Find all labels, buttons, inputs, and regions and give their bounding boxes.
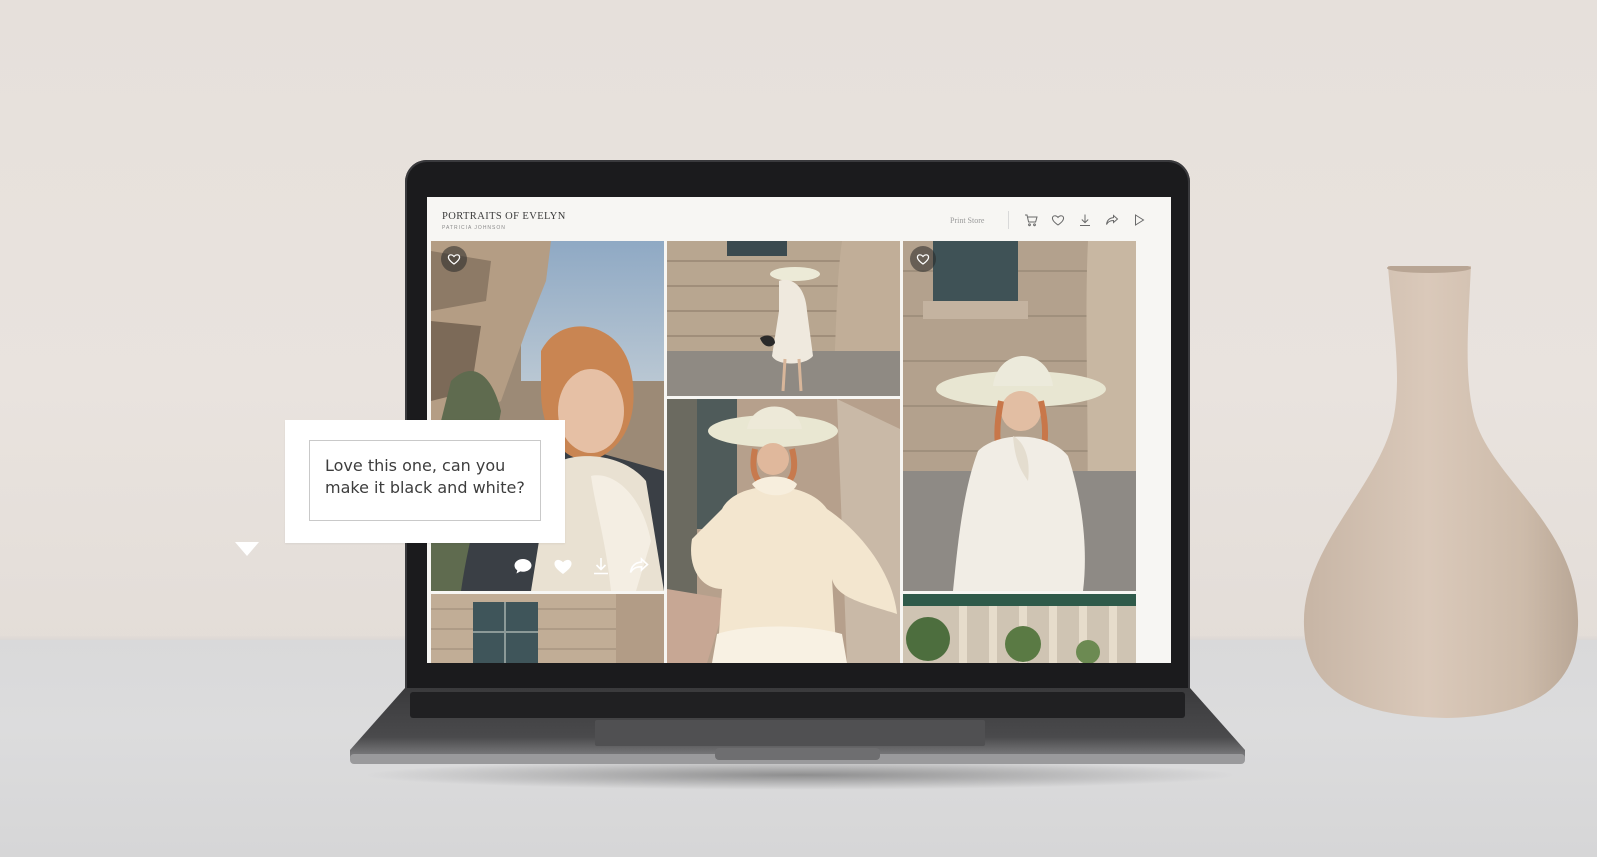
favorite-button[interactable] <box>910 246 936 272</box>
slideshow-play-icon[interactable] <box>1132 213 1146 227</box>
standing-hat-image <box>903 241 1136 591</box>
photo-action-bar <box>512 555 662 577</box>
share-icon[interactable] <box>1105 213 1119 227</box>
heart-filled-icon[interactable] <box>552 555 574 577</box>
laptop-base <box>350 688 1245 764</box>
photo-walking-hat[interactable] <box>667 241 900 396</box>
print-store-link[interactable]: Print Store <box>950 216 984 225</box>
columns-garden-image <box>903 594 1136 663</box>
vase <box>1303 266 1579 718</box>
header-divider <box>1008 211 1009 229</box>
share-icon[interactable] <box>628 555 650 577</box>
download-icon[interactable] <box>590 555 612 577</box>
photo-standing-hat[interactable] <box>903 241 1136 591</box>
comment-text: Love this one, can you make it black and… <box>325 456 525 497</box>
gallery-subtitle: PATRICIA JOHNSON <box>442 225 506 231</box>
comment-icon[interactable] <box>512 555 534 577</box>
photo-ruffled-blouse[interactable] <box>667 399 900 663</box>
ruffled-blouse-image <box>667 399 900 663</box>
comment-popup: Love this one, can you make it black and… <box>285 420 565 543</box>
download-icon[interactable] <box>1078 213 1092 227</box>
favorite-button[interactable] <box>441 246 467 272</box>
heart-icon <box>916 254 930 265</box>
heart-icon <box>447 254 461 265</box>
photo-window-facade[interactable] <box>431 594 664 663</box>
gallery-header: PORTRAITS OF EVELYN PATRICIA JOHNSON Pri… <box>427 197 1171 241</box>
heart-icon[interactable] <box>1051 213 1065 227</box>
photo-columns-garden[interactable] <box>903 594 1136 663</box>
walking-hat-image <box>667 241 900 396</box>
cart-icon[interactable] <box>1024 213 1038 227</box>
comment-input[interactable]: Love this one, can you make it black and… <box>309 440 541 521</box>
window-facade-image <box>431 594 664 663</box>
gallery-title: PORTRAITS OF EVELYN <box>442 211 566 222</box>
comment-pointer <box>235 542 259 556</box>
